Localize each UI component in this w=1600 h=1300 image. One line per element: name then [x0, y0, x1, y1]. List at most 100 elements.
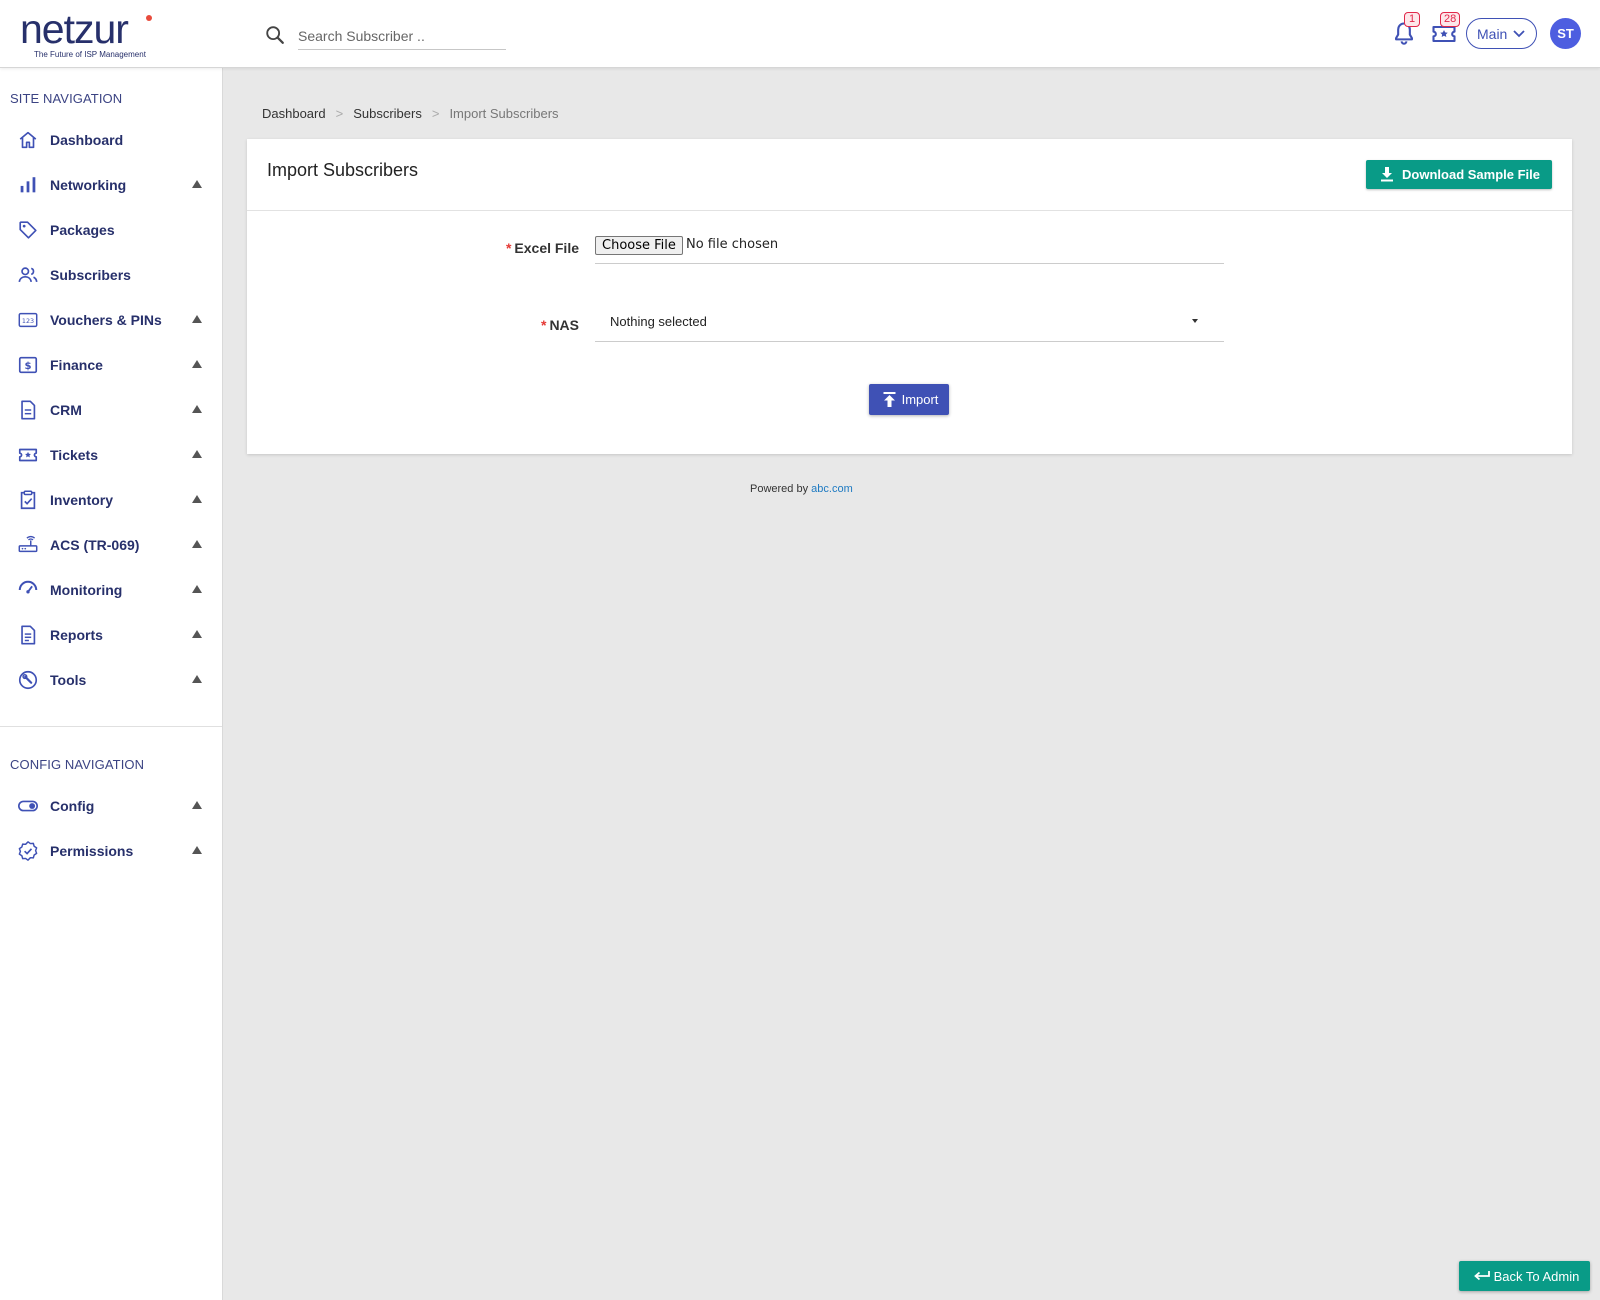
sidebar: SITE NAVIGATION Dashboard Networking Pac… [0, 68, 223, 1300]
upload-icon [883, 392, 896, 407]
breadcrumb: Dashboard > Subscribers > Import Subscribers [262, 106, 559, 121]
sidebar-item-label: Inventory [50, 492, 114, 508]
import-subscribers-card: Import Subscribers Download Sample File … [247, 139, 1572, 454]
expand-caret-icon[interactable] [192, 180, 202, 188]
back-to-admin-button[interactable]: Back To Admin [1459, 1261, 1590, 1291]
numeric-icon: 123 [18, 312, 38, 328]
sidebar-item-label: Dashboard [50, 132, 124, 148]
wrench-icon [18, 670, 38, 690]
branch-selector[interactable]: Main [1466, 18, 1537, 49]
footer: Powered by abc.com [750, 483, 853, 495]
sidebar-item-label: Vouchers & PINs [50, 312, 162, 328]
notifications-badge: 1 [1404, 12, 1420, 27]
nas-select[interactable]: Nothing selected [595, 301, 1224, 342]
toggle-icon [18, 800, 38, 812]
expand-caret-icon[interactable] [192, 315, 202, 323]
page-title: Import Subscribers [267, 160, 419, 180]
choose-file-button[interactable]: Choose File [595, 236, 683, 255]
expand-caret-icon[interactable] [192, 540, 202, 548]
breadcrumb-separator: > [335, 106, 344, 121]
download-sample-label: Download Sample File [1402, 167, 1540, 182]
tickets-button[interactable]: 28 [1430, 12, 1461, 48]
expand-caret-icon[interactable] [192, 360, 202, 368]
users-icon [18, 267, 38, 283]
sidebar-item-label: Tickets [50, 447, 98, 463]
file-status: No file chosen [686, 237, 779, 252]
return-arrow-icon [1474, 1271, 1490, 1281]
top-bar: netzur The Future of ISP Management 1 28… [0, 0, 1600, 68]
sidebar-item-permissions[interactable]: Permissions [0, 831, 222, 871]
notifications-button[interactable]: 1 [1390, 12, 1420, 48]
clipboard-check-icon [20, 490, 36, 510]
sidebar-item-label: Networking [50, 177, 127, 193]
sidebar-item-networking[interactable]: Networking [0, 165, 222, 205]
site-navigation-heading: SITE NAVIGATION [10, 91, 123, 106]
router-icon [18, 535, 38, 553]
sidebar-item-config[interactable]: Config [0, 786, 222, 826]
search-input[interactable] [298, 22, 506, 50]
sidebar-item-label: Permissions [50, 843, 134, 859]
logo-dot [146, 15, 152, 21]
logo-tagline: The Future of ISP Management [34, 50, 146, 59]
svg-text:123: 123 [22, 317, 34, 325]
back-to-admin-label: Back To Admin [1493, 1268, 1580, 1284]
bar-chart-icon [20, 177, 36, 193]
speedometer-icon [18, 580, 38, 594]
sidebar-item-packages[interactable]: Packages [0, 210, 222, 250]
breadcrumb-dashboard[interactable]: Dashboard [262, 106, 326, 121]
sidebar-item-subscribers[interactable]: Subscribers [0, 255, 222, 295]
sidebar-item-tickets[interactable]: Tickets [0, 435, 222, 475]
sidebar-item-dashboard[interactable]: Dashboard [0, 120, 222, 160]
required-asterisk: * [540, 317, 547, 333]
required-asterisk: * [505, 240, 512, 256]
expand-caret-icon[interactable] [192, 495, 202, 503]
sidebar-item-tools[interactable]: Tools [0, 660, 222, 700]
nav-divider [0, 726, 222, 727]
sidebar-item-label: Finance [50, 357, 103, 373]
dollar-icon: $ [18, 356, 38, 374]
sidebar-item-crm[interactable]: CRM [0, 390, 222, 430]
expand-caret-icon[interactable] [192, 630, 202, 638]
expand-caret-icon[interactable] [192, 801, 202, 809]
sidebar-item-finance[interactable]: $ Finance [0, 345, 222, 385]
expand-caret-icon[interactable] [192, 405, 202, 413]
subscriber-search [264, 22, 506, 50]
report-icon [21, 625, 36, 645]
breadcrumb-separator: > [431, 106, 440, 121]
expand-caret-icon[interactable] [192, 585, 202, 593]
search-icon[interactable] [264, 24, 286, 46]
svg-text:$: $ [24, 361, 31, 372]
sidebar-item-label: Tools [50, 672, 87, 688]
expand-caret-icon[interactable] [192, 450, 202, 458]
sidebar-item-inventory[interactable]: Inventory [0, 480, 222, 520]
sidebar-item-vouchers-pins[interactable]: 123 Vouchers & PINs [0, 300, 222, 340]
breadcrumb-current: Import Subscribers [449, 106, 559, 121]
chevron-down-icon [1513, 30, 1525, 38]
expand-caret-icon[interactable] [192, 675, 202, 683]
branch-label: Main [1477, 25, 1508, 42]
ticket-star-icon [18, 448, 38, 462]
expand-caret-icon[interactable] [192, 846, 202, 854]
sidebar-item-label: CRM [50, 402, 82, 418]
download-sample-button[interactable]: Download Sample File [1366, 160, 1552, 189]
sidebar-item-label: Packages [50, 222, 115, 238]
sidebar-item-acs[interactable]: ACS (TR-069) [0, 525, 222, 565]
nas-label: * NAS [499, 317, 579, 333]
footer-link[interactable]: abc.com [811, 483, 853, 495]
badge-check-icon [18, 841, 38, 861]
import-button[interactable]: Import [869, 384, 949, 415]
sidebar-item-label: Reports [50, 627, 103, 643]
sidebar-item-label: Config [50, 798, 95, 814]
sidebar-item-monitoring[interactable]: Monitoring [0, 570, 222, 610]
breadcrumb-subscribers[interactable]: Subscribers [353, 106, 422, 121]
sidebar-item-reports[interactable]: Reports [0, 615, 222, 655]
download-icon [1381, 167, 1394, 182]
user-avatar[interactable]: ST [1550, 18, 1581, 49]
netzur-logo[interactable]: netzur The Future of ISP Management [20, 9, 180, 60]
tickets-badge: 28 [1440, 12, 1461, 27]
config-navigation-heading: CONFIG NAVIGATION [10, 757, 145, 772]
sidebar-item-label: Subscribers [50, 267, 131, 283]
excel-file-input[interactable]: Choose File No file chosen [595, 236, 1224, 264]
tag-icon [19, 221, 37, 239]
dropdown-caret-icon [1192, 319, 1198, 323]
